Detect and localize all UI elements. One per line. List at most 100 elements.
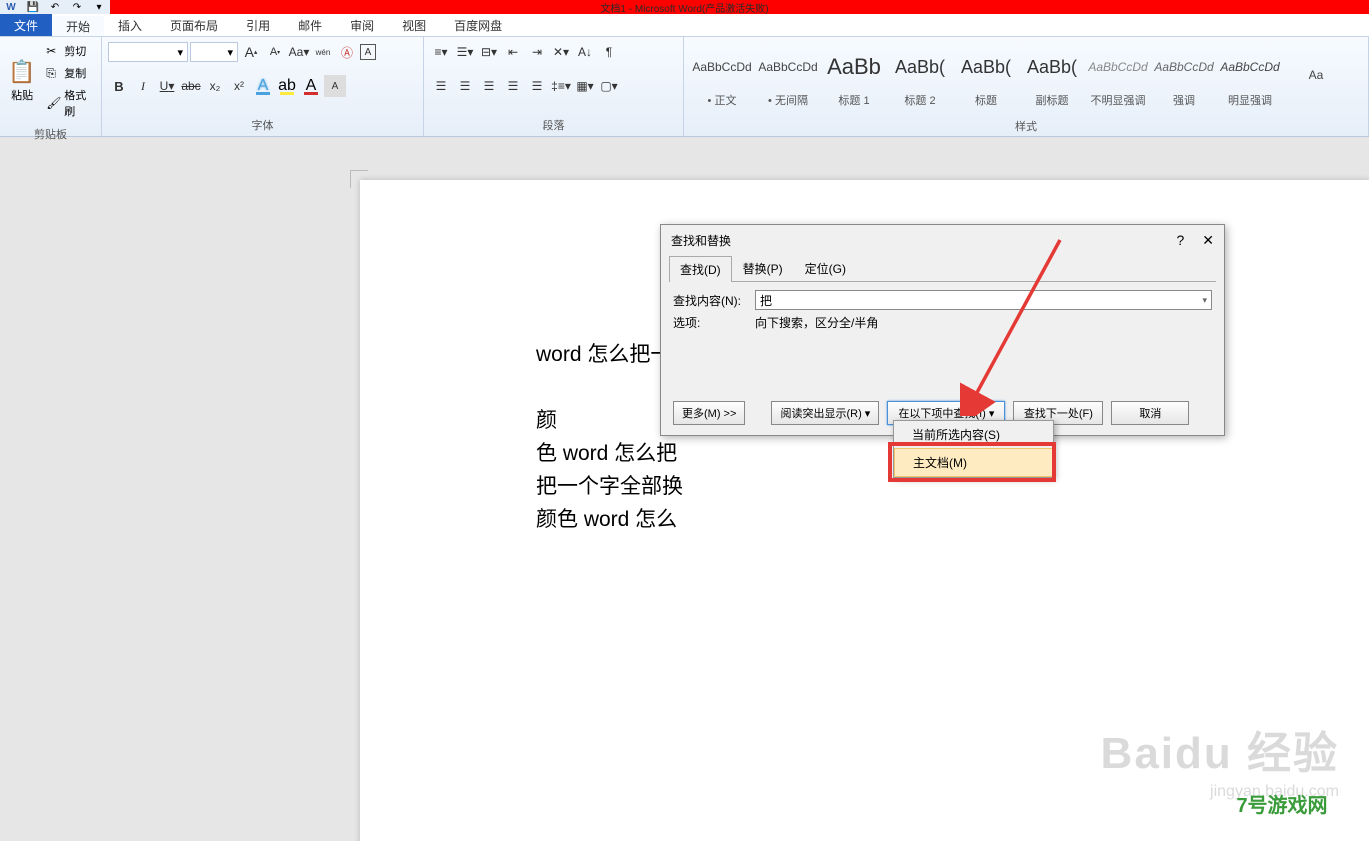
style-item[interactable]: AaBbCcDd强调 — [1152, 41, 1216, 113]
change-case-button[interactable]: Aa▾ — [288, 41, 310, 63]
yxw-logo: 7号游戏网 — [1207, 773, 1357, 833]
sort-button[interactable]: A↓ — [574, 41, 596, 63]
format-painter-button[interactable]: 🖌格式刷 — [42, 85, 95, 121]
ribbon-tabs: 文件 开始 插入 页面布局 引用 邮件 审阅 视图 百度网盘 — [0, 14, 1369, 37]
style-name: • 无间隔 — [768, 92, 808, 112]
bold-button[interactable]: B — [108, 75, 130, 97]
pinyin-guide-button[interactable]: wén — [312, 41, 334, 63]
tab-review[interactable]: 审阅 — [336, 14, 388, 36]
undo-icon[interactable]: ↶ — [48, 0, 62, 14]
redo-icon[interactable]: ↷ — [70, 0, 84, 14]
align-center-button[interactable]: ☰ — [454, 75, 476, 97]
font-color-button[interactable]: A — [300, 75, 322, 97]
numbering-button[interactable]: ☰▾ — [454, 41, 476, 63]
show-marks-button[interactable]: ¶ — [598, 41, 620, 63]
style-item[interactable]: AaBb标题 1 — [822, 41, 886, 113]
copy-button[interactable]: ⎘复制 — [42, 63, 95, 83]
bullets-button[interactable]: ≡▾ — [430, 41, 452, 63]
paragraph-group-label: 段落 — [424, 116, 683, 136]
doc-line2-left: 色 word 怎么把 — [536, 442, 677, 465]
increase-indent-button[interactable]: ⇥ — [526, 41, 548, 63]
style-item[interactable]: AaBbCcDd明显强调 — [1218, 41, 1282, 113]
char-border-button[interactable]: A — [360, 44, 376, 60]
menu-main-document[interactable]: 主文档(M) — [894, 448, 1053, 477]
style-item[interactable]: AaBb(副标题 — [1020, 41, 1084, 113]
style-item[interactable]: Aa — [1284, 41, 1348, 113]
paste-button[interactable]: 📋 粘贴 — [6, 41, 38, 121]
dialog-tab-find[interactable]: 查找(D) — [669, 256, 732, 282]
decrease-indent-button[interactable]: ⇤ — [502, 41, 524, 63]
find-in-dropdown: 当前所选内容(S) 主文档(M) — [893, 420, 1054, 478]
strikethrough-button[interactable]: abc — [180, 75, 202, 97]
clear-formatting-button[interactable]: Ⓐ — [336, 41, 358, 63]
style-item[interactable]: AaBbCcDd• 无间隔 — [756, 41, 820, 113]
tab-baidu-netdisk[interactable]: 百度网盘 — [440, 14, 516, 36]
highlight-button[interactable]: ab — [276, 75, 298, 97]
style-name: 副标题 — [1036, 92, 1069, 112]
style-item[interactable]: AaBb(标题 2 — [888, 41, 952, 113]
reading-highlight-button[interactable]: 阅读突出显示(R) ▾ — [771, 401, 879, 425]
borders-button[interactable]: ▢▾ — [598, 75, 620, 97]
dialog-title-text: 查找和替换 — [671, 232, 731, 249]
paste-icon: 📋 — [8, 59, 35, 85]
more-button[interactable]: 更多(M) >> — [673, 401, 745, 425]
distributed-button[interactable]: ☰ — [526, 75, 548, 97]
dialog-close-button[interactable]: ✕ — [1202, 232, 1214, 249]
cut-label: 剪切 — [64, 43, 86, 59]
line-spacing-button[interactable]: ‡≡▾ — [550, 75, 572, 97]
dialog-titlebar[interactable]: 查找和替换 ? ✕ — [661, 225, 1224, 255]
font-name-combo[interactable]: ▾ — [108, 42, 188, 62]
group-clipboard: 📋 粘贴 ✂剪切 ⎘复制 🖌格式刷 剪贴板 — [0, 37, 102, 136]
tab-insert[interactable]: 插入 — [104, 14, 156, 36]
tab-view[interactable]: 视图 — [388, 14, 440, 36]
underline-button[interactable]: U▾ — [156, 75, 178, 97]
cancel-button[interactable]: 取消 — [1111, 401, 1189, 425]
find-replace-dialog[interactable]: 查找和替换 ? ✕ 查找(D) 替换(P) 定位(G) 查找内容(N): 把 ▾… — [660, 224, 1225, 436]
style-name: • 正文 — [708, 92, 737, 112]
style-item[interactable]: AaBb(标题 — [954, 41, 1018, 113]
shrink-font-button[interactable]: A▾ — [264, 41, 286, 63]
styles-group-label: 样式 — [684, 117, 1368, 137]
tab-home[interactable]: 开始 — [52, 14, 104, 36]
dialog-help-button[interactable]: ? — [1176, 232, 1184, 249]
justify-button[interactable]: ☰ — [502, 75, 524, 97]
doc-line1-left: word 怎么把一 — [536, 343, 671, 366]
tab-references[interactable]: 引用 — [232, 14, 284, 36]
style-preview: Aa — [1309, 42, 1324, 108]
superscript-button[interactable]: x² — [228, 75, 250, 97]
format-painter-label: 格式刷 — [64, 87, 91, 119]
text-effects-button[interactable]: A — [252, 75, 274, 97]
tab-file[interactable]: 文件 — [0, 14, 52, 36]
subscript-button[interactable]: x₂ — [204, 75, 226, 97]
asian-layout-button[interactable]: ✕▾ — [550, 41, 572, 63]
italic-button[interactable]: I — [132, 75, 154, 97]
style-preview: AaBbCcDd — [758, 42, 817, 92]
align-left-button[interactable]: ☰ — [430, 75, 452, 97]
save-icon[interactable]: 💾 — [26, 0, 40, 14]
dialog-tabs: 查找(D) 替换(P) 定位(G) — [669, 255, 1216, 282]
tab-mailings[interactable]: 邮件 — [284, 14, 336, 36]
char-shading-button[interactable]: A — [324, 75, 346, 97]
dialog-tab-replace[interactable]: 替换(P) — [732, 255, 794, 281]
styles-gallery[interactable]: AaBbCcDd• 正文AaBbCcDd• 无间隔AaBb标题 1AaBb(标题… — [690, 41, 1348, 113]
doc-line2-right: 把一个字全部换 — [536, 475, 683, 498]
align-right-button[interactable]: ☰ — [478, 75, 500, 97]
qat-more-icon[interactable]: ▾ — [92, 0, 106, 14]
find-content-input[interactable]: 把 ▾ — [755, 290, 1212, 310]
style-item[interactable]: AaBbCcDd不明显强调 — [1086, 41, 1150, 113]
grow-font-button[interactable]: A▴ — [240, 41, 262, 63]
cut-button[interactable]: ✂ 剪切 — [42, 41, 95, 61]
style-item[interactable]: AaBbCcDd• 正文 — [690, 41, 754, 113]
tab-page-layout[interactable]: 页面布局 — [156, 14, 232, 36]
multilevel-list-button[interactable]: ⊟▾ — [478, 41, 500, 63]
dialog-tab-goto[interactable]: 定位(G) — [794, 255, 857, 281]
ribbon: 📋 粘贴 ✂剪切 ⎘复制 🖌格式刷 剪贴板 ▾ ▾ A▴ A▾ Aa▾ wén … — [0, 37, 1369, 137]
menu-current-selection[interactable]: 当前所选内容(S) — [894, 421, 1053, 448]
find-dropdown-icon[interactable]: ▾ — [1202, 295, 1207, 306]
font-size-combo[interactable]: ▾ — [190, 42, 238, 62]
style-name: 标题 — [975, 92, 997, 112]
cut-icon: ✂ — [46, 44, 60, 58]
font-group-label: 字体 — [102, 116, 423, 136]
shading-button[interactable]: ▦▾ — [574, 75, 596, 97]
copy-icon: ⎘ — [46, 66, 60, 81]
